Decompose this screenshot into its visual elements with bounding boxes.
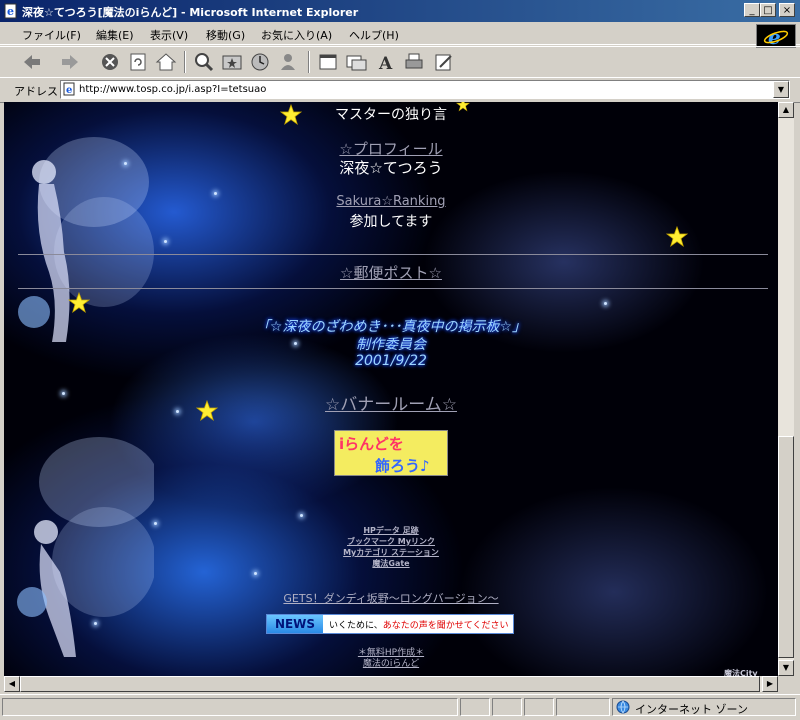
toolbar-separator bbox=[184, 51, 186, 73]
divider bbox=[18, 288, 768, 289]
messenger-icon[interactable] bbox=[276, 51, 300, 73]
svg-text:e: e bbox=[66, 85, 72, 96]
mahou-iland-link[interactable]: 魔法のiらんど bbox=[363, 659, 419, 669]
status-zone: インターネット ゾーン bbox=[612, 698, 796, 716]
news-banner[interactable]: NEWS いくために、あなたの声を聞かせてください bbox=[266, 614, 514, 634]
scroll-left-button[interactable]: ◀ bbox=[4, 676, 20, 692]
profile-link[interactable]: ☆プロフィール bbox=[339, 140, 442, 158]
banner-text-2: 飾ろう♪ bbox=[375, 457, 430, 475]
divider bbox=[18, 254, 768, 255]
menu-view[interactable]: 表示(V) bbox=[150, 27, 188, 43]
horizontal-scrollbar[interactable]: ◀ ▶ bbox=[4, 676, 778, 692]
address-box: e ▼ bbox=[60, 80, 790, 99]
refresh-icon[interactable] bbox=[126, 51, 150, 73]
status-bar: インターネット ゾーン bbox=[0, 694, 800, 719]
menu-favorites[interactable]: お気に入り(A) bbox=[261, 27, 332, 43]
forward-icon[interactable] bbox=[58, 51, 82, 73]
iland-banner[interactable]: iらんどを 飾ろう♪ bbox=[334, 430, 448, 476]
minimize-button[interactable]: _ bbox=[744, 3, 760, 17]
status-cell bbox=[524, 698, 554, 716]
address-input[interactable] bbox=[79, 82, 769, 96]
scroll-up-button[interactable]: ▲ bbox=[778, 102, 794, 118]
profile-name-text: 深夜☆てつろう bbox=[339, 159, 443, 177]
scroll-thumb[interactable] bbox=[778, 436, 794, 658]
maximize-button[interactable]: □ bbox=[760, 3, 776, 17]
globe-icon bbox=[616, 700, 630, 714]
ranking-link[interactable]: Sakura☆Ranking bbox=[336, 194, 445, 209]
menu-go[interactable]: 移動(G) bbox=[206, 27, 245, 43]
fullscreen-icon[interactable] bbox=[316, 51, 340, 73]
toolbar: A bbox=[0, 46, 800, 78]
edit-icon[interactable] bbox=[432, 51, 456, 73]
star-icon bbox=[68, 292, 90, 313]
credit-committee-text: 制作委員会 bbox=[356, 337, 426, 353]
back-icon[interactable] bbox=[20, 51, 44, 73]
gets-link[interactable]: GETS！ダンディ坂野～ロングバージョン～ bbox=[283, 592, 498, 605]
sparkle bbox=[164, 240, 167, 243]
status-cell bbox=[460, 698, 490, 716]
search-icon[interactable] bbox=[192, 51, 216, 73]
stop-icon[interactable] bbox=[98, 51, 122, 73]
address-label: アドレス bbox=[14, 85, 58, 98]
banner-room-link[interactable]: ☆バナールーム☆ bbox=[325, 395, 457, 415]
ie-page-icon: e bbox=[4, 3, 17, 19]
sparkle bbox=[254, 572, 257, 575]
page-viewport: マスターの独り言 ☆プロフィール 深夜☆てつろう Sakura☆Ranking … bbox=[4, 102, 778, 676]
sparkle bbox=[604, 302, 607, 305]
print-icon[interactable] bbox=[402, 51, 426, 73]
status-zone-text: インターネット ゾーン bbox=[635, 703, 748, 716]
ranking-text: 参加してます bbox=[349, 214, 433, 230]
banner-text-1: iらんどを bbox=[339, 435, 404, 453]
hscroll-thumb[interactable] bbox=[20, 676, 760, 692]
credit-date-text: 2001/9/22 bbox=[355, 353, 427, 369]
sparkle bbox=[300, 514, 303, 517]
footer-link-data[interactable]: HPデータ 足跡 bbox=[363, 526, 418, 535]
mail-icon[interactable] bbox=[344, 51, 368, 73]
news-text-a: いくために、 bbox=[329, 621, 383, 631]
credit-title-text: 「☆深夜のざわめき･･･真夜中の掲示板☆」 bbox=[255, 319, 527, 335]
scroll-right-button[interactable]: ▶ bbox=[762, 676, 778, 692]
toolbar-separator bbox=[308, 51, 310, 73]
address-dropdown-button[interactable]: ▼ bbox=[773, 81, 789, 98]
menu-help[interactable]: ヘルプ(H) bbox=[349, 27, 399, 43]
master-line-text: マスターの独り言 bbox=[335, 107, 447, 123]
footer-link-gate[interactable]: 魔法Gate bbox=[372, 559, 409, 568]
news-label: NEWS bbox=[267, 615, 323, 633]
favorites-icon[interactable] bbox=[220, 51, 244, 73]
post-link[interactable]: ☆郵便ポスト☆ bbox=[340, 264, 442, 282]
footer-link-category[interactable]: Myカテゴリ ステーション bbox=[343, 548, 439, 557]
scroll-down-button[interactable]: ▼ bbox=[778, 660, 794, 676]
home-icon[interactable] bbox=[154, 51, 178, 73]
title-bar: e 深夜☆てつろう[魔法のiらんど] - Microsoft Internet … bbox=[0, 0, 800, 22]
font-icon[interactable]: A bbox=[374, 51, 398, 73]
svg-text:A: A bbox=[378, 54, 393, 73]
ie-logo-icon: e bbox=[756, 24, 796, 49]
status-cell bbox=[556, 698, 610, 716]
news-text-b: あなたの声を聞かせてください bbox=[382, 621, 509, 631]
status-main bbox=[2, 698, 458, 716]
svg-text:e: e bbox=[7, 5, 14, 18]
footer-link-bookmark[interactable]: ブックマーク Myリンク bbox=[347, 537, 435, 546]
window-title: 深夜☆てつろう[魔法のiらんど] - Microsoft Internet Ex… bbox=[22, 6, 359, 19]
sparkle bbox=[94, 622, 97, 625]
address-bar: アドレス e ▼ bbox=[0, 77, 800, 103]
menu-edit[interactable]: 編集(E) bbox=[96, 27, 134, 43]
close-button[interactable]: × bbox=[779, 3, 795, 17]
ie-page-icon: e bbox=[63, 82, 75, 96]
menu-bar: ファイル(F) 編集(E) 表示(V) 移動(G) お気に入り(A) ヘルプ(H… bbox=[0, 22, 800, 45]
status-cell bbox=[492, 698, 522, 716]
mahou-city-label: 魔法City bbox=[724, 669, 758, 676]
history-icon[interactable] bbox=[248, 51, 272, 73]
vertical-scrollbar[interactable]: ▲ ▼ bbox=[778, 102, 794, 676]
menu-file[interactable]: ファイル(F) bbox=[22, 27, 81, 43]
